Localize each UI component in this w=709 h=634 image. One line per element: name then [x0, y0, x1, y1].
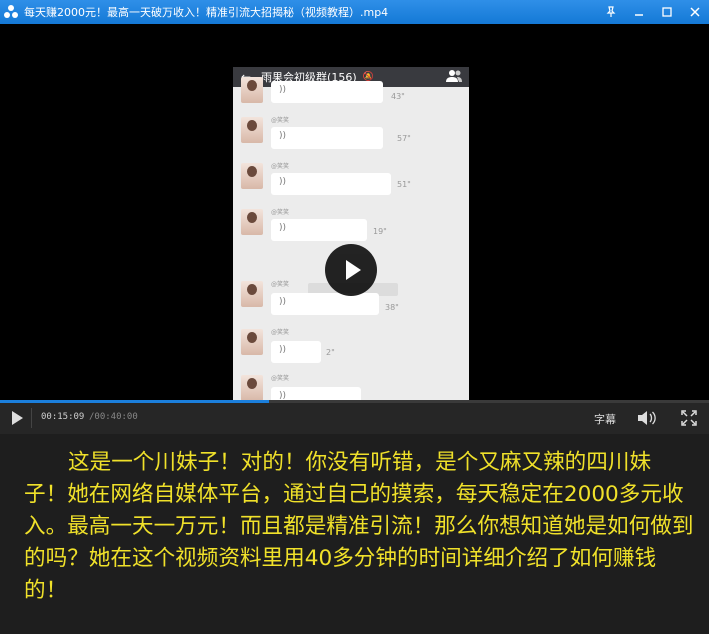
close-icon[interactable]	[681, 0, 709, 24]
total-time: /00:40:00	[89, 412, 138, 422]
sender-name: @笑笑	[271, 375, 290, 382]
player-logo-icon	[4, 5, 18, 19]
avatar	[241, 329, 263, 355]
voice-duration: 2"	[326, 348, 335, 357]
voice-bubble[interactable]: ))	[271, 173, 391, 195]
play-icon[interactable]	[325, 244, 377, 296]
caption-panel: 这是一个川妹子！对的！你没有听错，是个又麻又辣的四川妹子！她在网络自媒体平台，通…	[0, 434, 709, 634]
sender-name: @笑笑	[271, 117, 290, 124]
voice-duration: 57"	[397, 134, 411, 143]
voice-bubble[interactable]: ))	[271, 387, 361, 400]
voice-message[interactable]: @笑笑 )) 2"	[233, 327, 469, 373]
sender-name: @笑笑	[271, 209, 290, 216]
sender-name: @笑笑	[271, 329, 290, 336]
voice-duration: 19"	[373, 227, 387, 236]
play-button[interactable]	[10, 410, 24, 426]
minimize-icon[interactable]	[625, 0, 653, 24]
voice-message[interactable]: @笑笑 )) 51"	[233, 161, 469, 207]
voice-wave-icon: ))	[279, 177, 287, 187]
voice-duration: 51"	[397, 180, 411, 189]
voice-message[interactable]: @笑笑 )) 57"	[233, 115, 469, 161]
voice-bubble[interactable]: ))	[271, 81, 383, 103]
avatar	[241, 117, 263, 143]
video-frame[interactable]: ← 雨果会初级群(156) 🔕 )) 43" @笑笑 )) 57" @笑笑 ))…	[0, 24, 709, 400]
pin-icon[interactable]	[597, 0, 625, 24]
window-title: 每天赚2000元！最高一天破万收入！精准引流大招揭秘（视频教程）.mp4	[24, 6, 389, 19]
group-members-icon	[445, 69, 463, 86]
voice-bubble[interactable]: ))	[271, 219, 367, 241]
voice-wave-icon: ))	[279, 345, 287, 355]
voice-duration: 38"	[385, 303, 399, 312]
avatar	[241, 209, 263, 235]
sender-name: @笑笑	[271, 163, 290, 170]
voice-wave-icon: ))	[279, 223, 287, 233]
avatar	[241, 163, 263, 189]
voice-wave-icon: ))	[279, 391, 287, 400]
player-controls: 00:15:09 /00:40:00 字幕	[0, 403, 709, 434]
voice-bubble[interactable]: ))	[271, 293, 379, 315]
caption-text: 这是一个川妹子！对的！你没有听错，是个又麻又辣的四川妹子！她在网络自媒体平台，通…	[24, 450, 694, 603]
avatar	[241, 375, 263, 400]
current-time: 00:15:09	[41, 412, 85, 422]
avatar	[241, 281, 263, 307]
divider	[31, 408, 32, 428]
voice-wave-icon: ))	[279, 131, 287, 141]
voice-wave-icon: ))	[279, 297, 287, 307]
voice-wave-icon: ))	[279, 85, 287, 95]
title-bar: 每天赚2000元！最高一天破万收入！精准引流大招揭秘（视频教程）.mp4	[0, 0, 709, 24]
avatar	[241, 77, 263, 103]
maximize-icon[interactable]	[653, 0, 681, 24]
chat-screenshot: ← 雨果会初级群(156) 🔕 )) 43" @笑笑 )) 57" @笑笑 ))…	[233, 67, 469, 400]
fullscreen-icon[interactable]	[680, 409, 698, 427]
voice-duration: 43"	[391, 92, 405, 101]
sender-name: @笑笑	[271, 281, 290, 288]
voice-bubble[interactable]: ))	[271, 341, 321, 363]
subtitle-button[interactable]: 字幕	[594, 411, 616, 427]
volume-icon[interactable]	[636, 409, 658, 427]
voice-bubble[interactable]: ))	[271, 127, 383, 149]
voice-message[interactable]: @笑笑 ))	[233, 373, 469, 400]
